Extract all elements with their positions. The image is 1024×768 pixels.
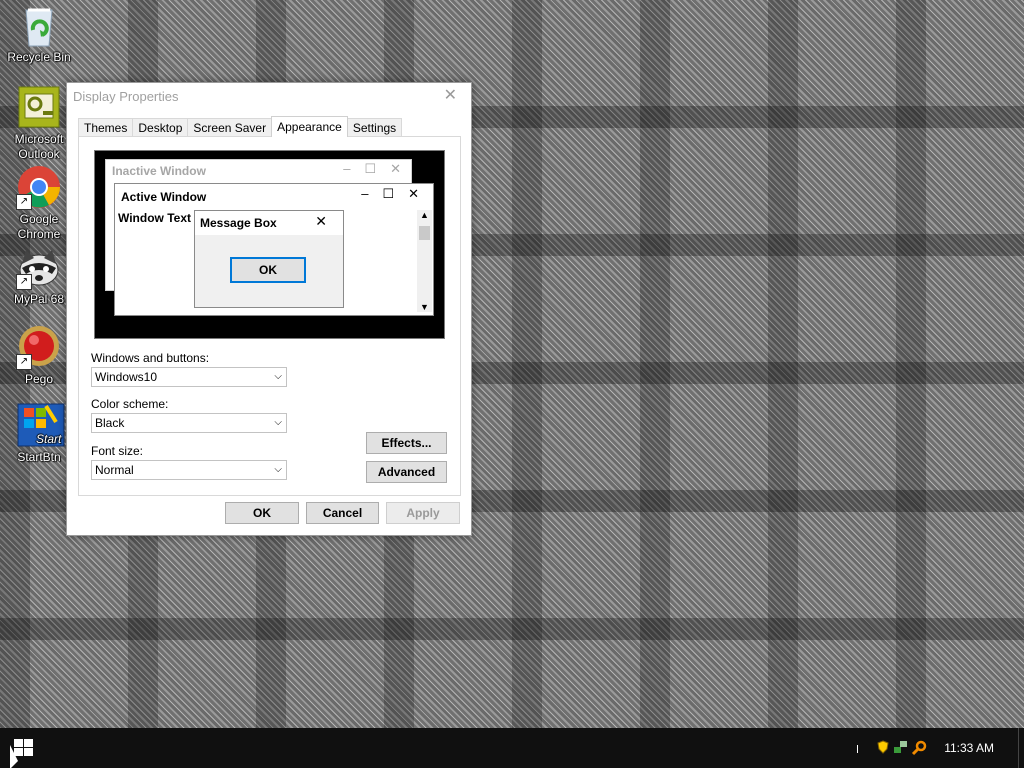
appearance-panel: Inactive Window – ☐ ✕ Active Window – ☐ … [78,136,461,496]
tab-themes[interactable]: Themes [78,118,134,137]
taskbar: 11:33 AM [0,728,1024,768]
chevron-down-icon: ⌵ [274,371,282,382]
close-icon[interactable]: ✕ [444,85,457,105]
maximize-icon: ☐ [382,186,395,201]
desktop-icon-label: Recycle Bin [7,50,71,64]
chevron-down-icon: ⌵ [274,417,282,428]
ok-button[interactable]: OK [225,502,299,524]
active-window-controls: – ☐ ✕ [361,186,419,202]
cancel-button[interactable]: Cancel [306,502,379,524]
inactive-window-controls: – ☐ ✕ [343,161,401,177]
mouse-cursor-icon [10,745,18,768]
dialog-title: Display Properties [73,89,179,104]
active-window-title: Active Window [121,190,207,204]
shortcut-arrow-icon: ↗ [16,274,32,290]
minimize-icon: – [361,186,369,201]
message-box-title: Message Box [200,216,277,230]
clock[interactable]: 11:33 AM [944,741,994,755]
scroll-up-icon: ▲ [420,210,429,220]
shortcut-arrow-icon: ↗ [16,194,32,210]
outlook-icon [16,84,62,130]
scroll-down-icon: ▼ [420,302,429,312]
message-box-ok-button: OK [230,257,306,283]
scroll-thumb [419,226,430,240]
font-size-value: Normal [95,463,134,477]
search-icon[interactable] [911,740,927,756]
tab-desktop[interactable]: Desktop [132,118,189,137]
network-icon[interactable] [893,740,907,754]
close-icon: ✕ [408,186,419,201]
show-desktop-button[interactable] [1018,728,1024,768]
color-scheme-value: Black [95,416,125,430]
preview-scrollbar: ▲ ▼ [417,210,432,312]
minimize-icon: – [343,161,351,176]
desktop-icon-label: Google Chrome [17,212,61,241]
inactive-window-title: Inactive Window [112,164,206,178]
shortcut-arrow-icon: ↗ [16,354,32,370]
message-box-titlebar: Message Box ✕ [195,211,343,235]
chrome-icon: ↗ [16,164,62,210]
font-size-label: Font size: [91,444,144,458]
recycle-bin-icon [16,2,62,48]
chevron-down-icon: ⌵ [274,464,282,475]
pego-icon: ↗ [16,324,62,370]
apply-button[interactable]: Apply [386,502,460,524]
tab-screen-saver[interactable]: Screen Saver [187,118,273,137]
font-size-select[interactable]: Normal ⌵ [91,460,287,480]
window-text-sample: Window Text [118,211,191,225]
windows-buttons-value: Windows10 [95,370,158,384]
windows-buttons-label: Windows and buttons: [91,351,210,365]
tab-settings[interactable]: Settings [346,118,403,137]
startbtn-icon: Start [16,402,65,448]
appearance-preview: Inactive Window – ☐ ✕ Active Window – ☐ … [94,150,445,339]
preview-active-window: Active Window – ☐ ✕ Window Text ▲ ▼ Mess… [114,183,434,316]
color-scheme-select[interactable]: Black ⌵ [91,413,287,433]
close-icon: ✕ [390,161,401,176]
effects-button[interactable]: Effects... [366,432,447,454]
tab-strip: Themes Desktop Screen Saver Appearance S… [78,116,403,137]
color-scheme-label: Color scheme: [91,397,169,411]
desktop-icon-label: Microsoft Outlook [14,132,64,161]
tray-separator [857,745,858,753]
display-properties-dialog: Display Properties ✕ Themes Desktop Scre… [66,82,472,536]
desktop-icon-recycle-bin[interactable]: Recycle Bin [0,2,78,65]
tab-appearance[interactable]: Appearance [271,116,348,137]
security-shield-icon[interactable] [876,740,890,754]
close-icon: ✕ [315,213,327,229]
mypal-raccoon-icon: ↗ [16,244,62,290]
preview-message-box: Message Box ✕ OK [194,210,344,308]
advanced-button[interactable]: Advanced [366,461,447,483]
maximize-icon: ☐ [364,161,377,176]
svg-text:Start: Start [36,432,62,446]
windows-buttons-select[interactable]: Windows10 ⌵ [91,367,287,387]
